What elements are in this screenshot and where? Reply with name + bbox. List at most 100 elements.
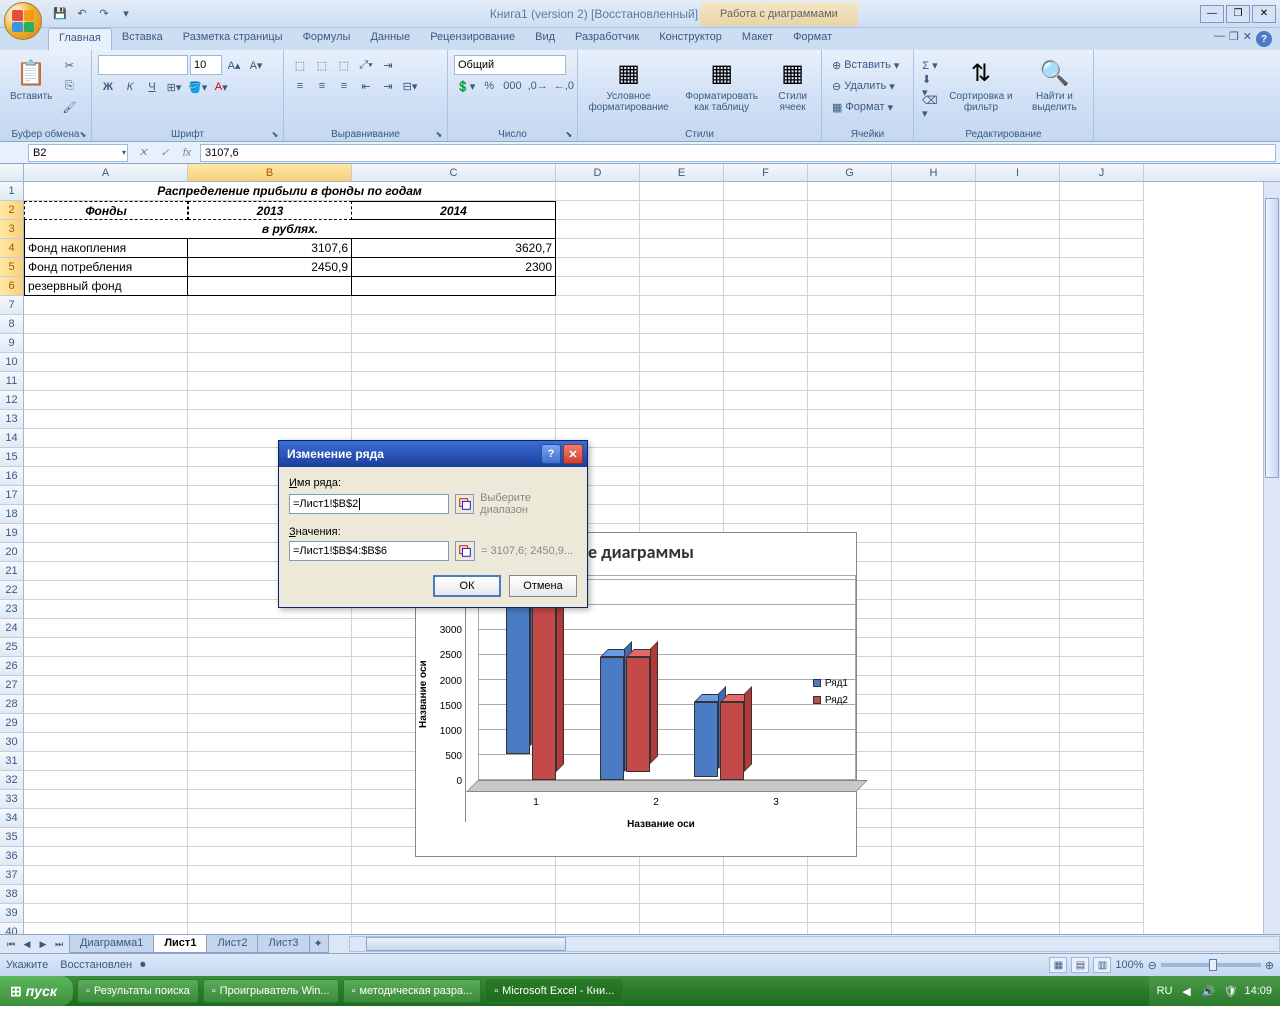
cell[interactable] [352, 391, 556, 410]
cell[interactable] [556, 391, 640, 410]
cell[interactable] [976, 277, 1060, 296]
clipboard-launcher[interactable]: ⬊ [77, 128, 89, 140]
sort-filter-button[interactable]: ⇅Сортировка и фильтр [943, 55, 1019, 115]
cell[interactable] [724, 505, 808, 524]
format-cells-button[interactable]: ▦ Формат ▾ [828, 97, 897, 117]
cell-a1[interactable]: Распределение прибыли в фонды по годам [24, 182, 556, 201]
tray-volume-icon[interactable]: 🔊 [1200, 983, 1216, 999]
cell[interactable] [1060, 828, 1144, 847]
cell[interactable] [188, 372, 352, 391]
cell[interactable] [724, 220, 808, 239]
merge-button[interactable]: ⊟▾ [400, 76, 420, 96]
cell[interactable] [1060, 657, 1144, 676]
cell[interactable] [188, 904, 352, 923]
row-header-10[interactable]: 10 [0, 353, 24, 372]
cell[interactable] [352, 904, 556, 923]
tab-data[interactable]: Данные [360, 28, 420, 50]
cell[interactable] [1060, 543, 1144, 562]
cell[interactable] [808, 448, 892, 467]
cell[interactable] [892, 315, 976, 334]
fx-icon[interactable]: fx [176, 144, 198, 162]
help-icon[interactable]: ? [1256, 31, 1272, 47]
cell[interactable] [976, 220, 1060, 239]
cell[interactable] [188, 714, 352, 733]
cell[interactable] [188, 828, 352, 847]
row-header-29[interactable]: 29 [0, 714, 24, 733]
dialog-close-button[interactable]: ✕ [563, 444, 583, 464]
cell[interactable] [188, 353, 352, 372]
row-header-19[interactable]: 19 [0, 524, 24, 543]
cell[interactable] [724, 410, 808, 429]
row-header-34[interactable]: 34 [0, 809, 24, 828]
alignment-launcher[interactable]: ⬊ [433, 128, 445, 140]
cell[interactable] [24, 714, 188, 733]
cell-c6[interactable] [352, 277, 556, 296]
cell[interactable] [892, 372, 976, 391]
cell[interactable] [1060, 847, 1144, 866]
cell[interactable] [976, 790, 1060, 809]
tab-design[interactable]: Конструктор [649, 28, 732, 50]
cell[interactable] [1060, 296, 1144, 315]
cell-a4[interactable]: Фонд накопления [24, 239, 188, 258]
row-header-14[interactable]: 14 [0, 429, 24, 448]
cell[interactable] [24, 410, 188, 429]
cut-icon[interactable]: ✂ [59, 55, 79, 75]
cell[interactable] [976, 847, 1060, 866]
cell[interactable] [24, 657, 188, 676]
row-header-8[interactable]: 8 [0, 315, 24, 334]
cell[interactable] [1060, 410, 1144, 429]
cell[interactable] [892, 885, 976, 904]
cell[interactable] [188, 771, 352, 790]
tab-insert[interactable]: Вставка [112, 28, 173, 50]
cell[interactable] [640, 429, 724, 448]
cell[interactable] [1060, 372, 1144, 391]
cell[interactable] [808, 866, 892, 885]
cell[interactable] [188, 410, 352, 429]
cell[interactable] [24, 885, 188, 904]
cell[interactable] [1060, 448, 1144, 467]
language-indicator[interactable]: RU [1157, 985, 1173, 997]
sheet-nav-prev[interactable]: ◀ [20, 936, 34, 952]
cell[interactable] [24, 505, 188, 524]
cell[interactable] [808, 486, 892, 505]
cell[interactable] [1060, 885, 1144, 904]
cell[interactable] [640, 220, 724, 239]
cell[interactable] [188, 619, 352, 638]
sheet-nav-next[interactable]: ▶ [36, 936, 50, 952]
cell[interactable] [976, 296, 1060, 315]
cell[interactable] [892, 448, 976, 467]
row-header-17[interactable]: 17 [0, 486, 24, 505]
row-header-33[interactable]: 33 [0, 790, 24, 809]
cell[interactable] [1060, 581, 1144, 600]
cell[interactable] [24, 353, 188, 372]
cell[interactable] [808, 220, 892, 239]
cell[interactable] [188, 638, 352, 657]
cell[interactable] [724, 277, 808, 296]
vertical-scrollbar[interactable] [1263, 182, 1280, 934]
tab-format[interactable]: Формат [783, 28, 842, 50]
cell[interactable] [892, 866, 976, 885]
cell[interactable] [640, 315, 724, 334]
insert-cells-button[interactable]: ⊕ Вставить ▾ [828, 55, 903, 75]
cell[interactable] [1060, 809, 1144, 828]
cell[interactable] [976, 923, 1060, 934]
cell[interactable] [640, 296, 724, 315]
wrap-text-button[interactable]: ⇥ [378, 55, 398, 75]
row-header-26[interactable]: 26 [0, 657, 24, 676]
cell[interactable] [640, 391, 724, 410]
cell-a2[interactable]: Фонды [24, 201, 188, 220]
cell[interactable] [724, 315, 808, 334]
cell[interactable] [24, 828, 188, 847]
sheet-tab-Лист3[interactable]: Лист3 [257, 935, 309, 953]
cell[interactable] [640, 182, 724, 201]
cell[interactable] [892, 733, 976, 752]
underline-button[interactable]: Ч [142, 77, 162, 97]
cell[interactable] [1060, 391, 1144, 410]
cell[interactable] [724, 258, 808, 277]
cell[interactable] [24, 543, 188, 562]
row-header-18[interactable]: 18 [0, 505, 24, 524]
inner-close[interactable]: ✕ [1243, 30, 1252, 43]
cell[interactable] [976, 600, 1060, 619]
cell[interactable] [188, 391, 352, 410]
cell[interactable] [976, 524, 1060, 543]
